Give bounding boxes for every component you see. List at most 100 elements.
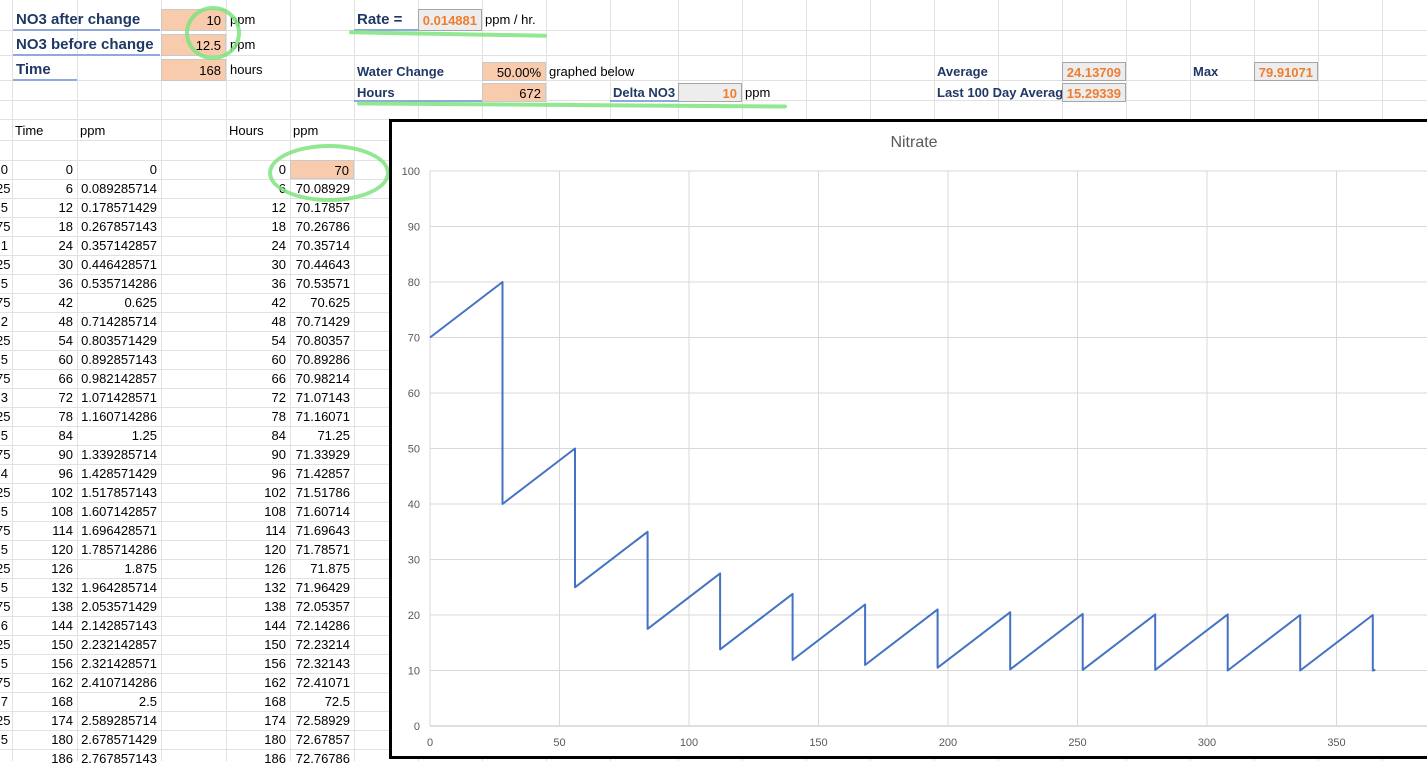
table-cell[interactable]: 102 [12, 483, 77, 502]
table-cell[interactable]: 60 [12, 350, 77, 369]
table-cell[interactable]: 72 [12, 388, 77, 407]
table-cell[interactable]: 1.428571429 [77, 464, 161, 483]
table-cell[interactable]: 132 [226, 578, 290, 597]
table-cell[interactable]: 6 [0, 616, 12, 635]
table-cell[interactable]: 70.89286 [290, 350, 354, 369]
table-cell[interactable]: 162 [226, 673, 290, 692]
table-cell[interactable]: 75 [0, 445, 12, 464]
table-cell[interactable]: 0.892857143 [77, 350, 161, 369]
table-cell[interactable] [0, 749, 12, 768]
table-cell[interactable]: 60 [226, 350, 290, 369]
table-cell[interactable]: 114 [12, 521, 77, 540]
table-cell[interactable]: .5 [0, 426, 12, 445]
table-cell[interactable]: 1.696428571 [77, 521, 161, 540]
table-cell[interactable]: 78 [12, 407, 77, 426]
table-cell[interactable]: 2 [0, 312, 12, 331]
table-cell[interactable]: 138 [12, 597, 77, 616]
table-cell[interactable]: 42 [12, 293, 77, 312]
table-cell[interactable]: 71.96429 [290, 578, 354, 597]
average-value[interactable]: 24.13709 [1062, 62, 1126, 81]
table-cell[interactable]: 1.875 [77, 559, 161, 578]
table-cell[interactable]: 126 [226, 559, 290, 578]
water-change-input[interactable]: 50.00% [482, 62, 546, 81]
table-cell[interactable]: .5 [0, 350, 12, 369]
spreadsheet[interactable]: NO3 after change 10 ppm NO3 before chang… [0, 0, 1427, 766]
table-cell[interactable]: 71.42857 [290, 464, 354, 483]
table-cell[interactable]: 36 [12, 274, 77, 293]
rate-value[interactable]: 0.014881 [418, 9, 482, 31]
table-cell[interactable]: 71.60714 [290, 502, 354, 521]
table-cell[interactable]: 70.35714 [290, 236, 354, 255]
table-cell[interactable]: 0.535714286 [77, 274, 161, 293]
table-cell[interactable]: 42 [226, 293, 290, 312]
table-cell[interactable]: 75 [0, 293, 12, 312]
table-cell[interactable]: 168 [12, 692, 77, 711]
table-cell[interactable]: 75 [0, 597, 12, 616]
table-cell[interactable]: 75 [0, 369, 12, 388]
table-cell[interactable]: 1.607142857 [77, 502, 161, 521]
table-cell[interactable]: 96 [226, 464, 290, 483]
table-cell[interactable]: 156 [12, 654, 77, 673]
table-cell[interactable]: 174 [226, 711, 290, 730]
table-cell[interactable]: 1.160714286 [77, 407, 161, 426]
table-cell[interactable]: 18 [12, 217, 77, 236]
header-hours[interactable]: Hours [226, 121, 290, 140]
table-cell[interactable]: 2.232142857 [77, 635, 161, 654]
table-cell[interactable]: 108 [226, 502, 290, 521]
table-cell[interactable]: 71.875 [290, 559, 354, 578]
table-cell[interactable]: 72.41071 [290, 673, 354, 692]
table-cell[interactable]: 1.785714286 [77, 540, 161, 559]
table-cell[interactable]: 25 [0, 179, 12, 198]
table-cell[interactable]: 2.321428571 [77, 654, 161, 673]
table-cell[interactable]: 71.78571 [290, 540, 354, 559]
table-cell[interactable]: 66 [226, 369, 290, 388]
table-cell[interactable]: 72.58929 [290, 711, 354, 730]
table-cell[interactable]: 0.803571429 [77, 331, 161, 350]
table-cell[interactable]: 168 [226, 692, 290, 711]
table-cell[interactable]: 71.16071 [290, 407, 354, 426]
table-cell[interactable]: 70.98214 [290, 369, 354, 388]
table-cell[interactable]: 1.071428571 [77, 388, 161, 407]
table-cell[interactable]: 71.25 [290, 426, 354, 445]
table-cell[interactable]: 2.589285714 [77, 711, 161, 730]
table-cell[interactable]: 48 [226, 312, 290, 331]
table-cell[interactable]: 126 [12, 559, 77, 578]
table-cell[interactable]: 25 [0, 331, 12, 350]
table-cell[interactable]: 0 [0, 160, 12, 179]
table-cell[interactable]: .5 [0, 730, 12, 749]
header-time[interactable]: Time [12, 121, 77, 140]
table-cell[interactable]: 0.178571429 [77, 198, 161, 217]
table-cell[interactable]: 71.51786 [290, 483, 354, 502]
table-cell[interactable]: .5 [0, 274, 12, 293]
table-cell[interactable]: 96 [12, 464, 77, 483]
table-cell[interactable]: 2.142857143 [77, 616, 161, 635]
table-cell[interactable]: 114 [226, 521, 290, 540]
table-cell[interactable]: 174 [12, 711, 77, 730]
table-cell[interactable]: 0 [12, 160, 77, 179]
max-value[interactable]: 79.91071 [1254, 62, 1318, 81]
table-cell[interactable]: 72.76786 [290, 749, 354, 768]
delta-no3-value[interactable]: 10 [678, 83, 742, 102]
table-cell[interactable]: 0 [77, 160, 161, 179]
table-cell[interactable]: 1.339285714 [77, 445, 161, 464]
table-cell[interactable]: 2.5 [77, 692, 161, 711]
table-cell[interactable]: 25 [0, 711, 12, 730]
table-cell[interactable]: 72.32143 [290, 654, 354, 673]
table-cell[interactable]: 71.07143 [290, 388, 354, 407]
table-cell[interactable]: 75 [0, 673, 12, 692]
table-cell[interactable]: 75 [0, 217, 12, 236]
table-cell[interactable]: 71.69643 [290, 521, 354, 540]
table-cell[interactable]: 66 [12, 369, 77, 388]
table-cell[interactable]: 7 [0, 692, 12, 711]
table-cell[interactable]: 90 [12, 445, 77, 464]
table-cell[interactable]: 1.517857143 [77, 483, 161, 502]
table-cell[interactable]: 72.23214 [290, 635, 354, 654]
table-cell[interactable]: 0.089285714 [77, 179, 161, 198]
table-cell[interactable]: 150 [226, 635, 290, 654]
table-cell[interactable]: 2.678571429 [77, 730, 161, 749]
table-cell[interactable]: 150 [12, 635, 77, 654]
table-cell[interactable]: 30 [12, 255, 77, 274]
table-cell[interactable]: 0.446428571 [77, 255, 161, 274]
table-cell[interactable]: 0.267857143 [77, 217, 161, 236]
table-cell[interactable]: 5 [0, 540, 12, 559]
